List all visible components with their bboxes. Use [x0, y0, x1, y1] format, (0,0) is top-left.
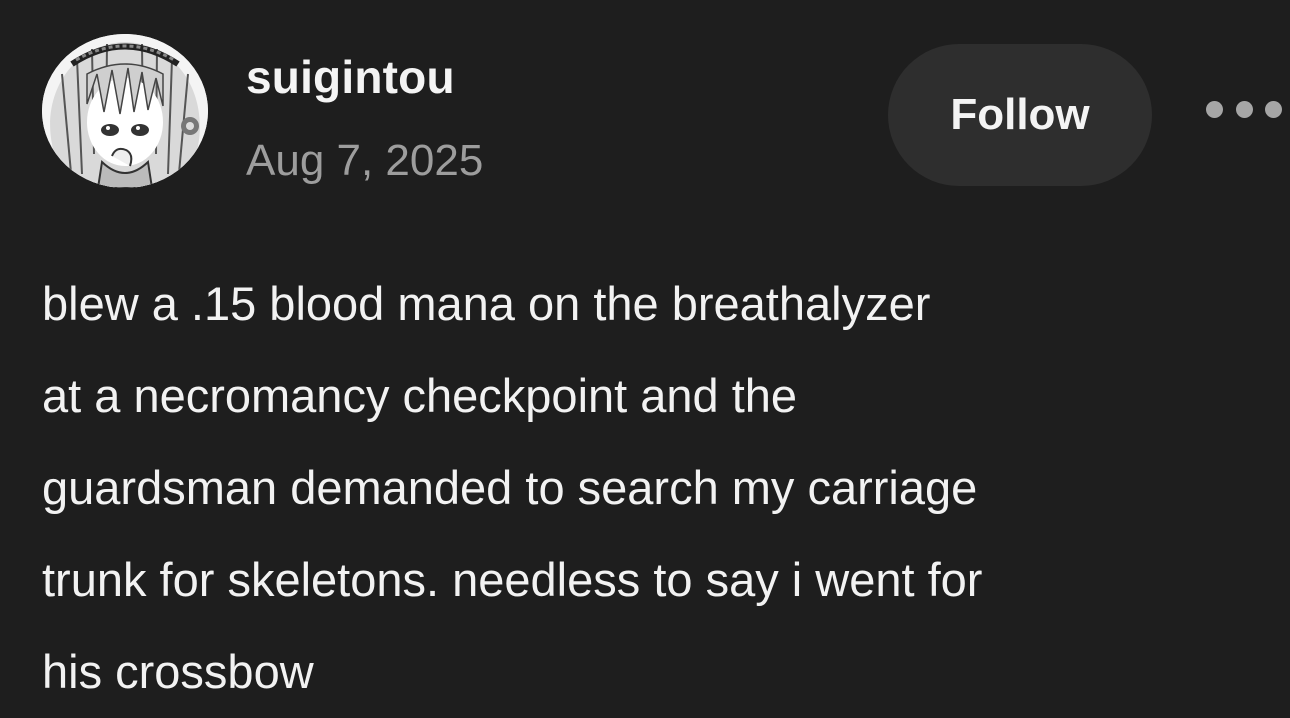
post-body-line: trunk for skeletons. needless to say i w…	[42, 553, 983, 606]
avatar[interactable]	[42, 34, 208, 188]
author-name[interactable]: suigintou	[246, 50, 455, 104]
post-body-line: guardsman demanded to search my carriage	[42, 461, 978, 514]
post-body: blew a .15 blood mana on the breathalyze…	[42, 258, 1282, 718]
post-card: suigintou Aug 7, 2025 Follow blew a .15 …	[0, 0, 1290, 702]
post-body-line: blew a .15 blood mana on the breathalyze…	[42, 277, 931, 330]
more-horizontal-icon	[1206, 100, 1223, 118]
post-body-line: at a necromancy checkpoint and the	[42, 369, 798, 422]
avatar-illustration	[42, 34, 208, 188]
post-date[interactable]: Aug 7, 2025	[246, 136, 483, 186]
follow-button[interactable]: Follow	[888, 44, 1152, 186]
more-horizontal-icon-dot	[1265, 100, 1282, 118]
more-options-button[interactable]	[1206, 92, 1282, 126]
more-horizontal-icon-dot	[1235, 100, 1253, 118]
post-body-line: his crossbow	[42, 645, 314, 698]
